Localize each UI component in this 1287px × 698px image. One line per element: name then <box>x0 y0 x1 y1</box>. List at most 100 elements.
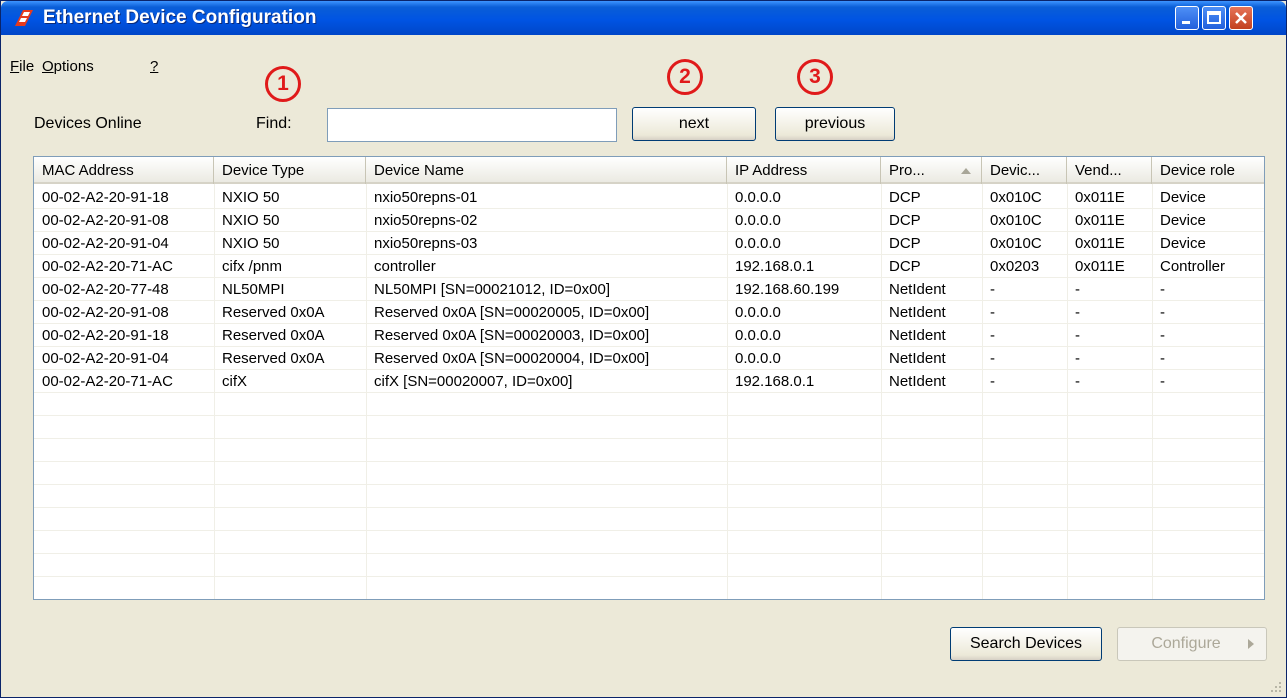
minimize-button[interactable] <box>1175 6 1199 30</box>
table-row[interactable]: 00-02-A2-20-91-04 Reserved 0x0A Reserved 0… <box>34 347 1264 370</box>
row-divider <box>34 484 1264 485</box>
callout-3: 3 <box>797 59 833 95</box>
next-button[interactable]: next <box>632 107 756 141</box>
table-row[interactable]: 00-02-A2-20-91-08 Reserved 0x0A Reserved 0… <box>34 301 1264 324</box>
table-cell: NXIO 50 <box>222 189 280 206</box>
table-cell: cifx /pnm <box>222 258 283 275</box>
table-cell: Reserved 0x0A <box>222 304 325 321</box>
table-row[interactable]: 00-02-A2-20-71-AC cifX cifX [SN=00020007, … <box>34 370 1264 393</box>
table-cell: - <box>990 350 995 367</box>
table-cell: 00-02-A2-20-91-08 <box>42 212 169 229</box>
row-divider <box>34 553 1264 554</box>
table-cell: 0.0.0.0 <box>735 350 781 367</box>
row-divider <box>34 599 1264 600</box>
table-cell: 0x011E <box>1075 258 1125 275</box>
table-cell: - <box>1075 350 1080 367</box>
table-cell: 192.168.60.199 <box>735 281 840 298</box>
callout-1: 1 <box>265 66 301 102</box>
table-cell: 00-02-A2-20-91-04 <box>42 350 169 367</box>
search-devices-button[interactable]: Search Devices <box>950 627 1102 661</box>
table-cell: - <box>1075 373 1080 390</box>
row-divider <box>34 415 1264 416</box>
sort-ascending-icon <box>961 168 971 174</box>
find-input[interactable] <box>327 108 617 142</box>
menu-file[interactable]: File <box>10 58 34 75</box>
table-cell: NXIO 50 <box>222 212 280 229</box>
table-row[interactable]: 00-02-A2-20-91-04 NXIO 50 nxio50repns-03 0.… <box>34 232 1264 255</box>
table-cell: 192.168.0.1 <box>735 373 815 390</box>
configure-button[interactable]: Configure <box>1117 627 1267 661</box>
table-cell: - <box>1160 327 1165 344</box>
table-cell: - <box>1075 304 1080 321</box>
table-cell: cifX [SN=00020007, ID=0x00] <box>374 373 573 390</box>
window-title: Ethernet Device Configuration <box>43 7 317 28</box>
menu-help[interactable]: ? <box>150 58 158 75</box>
find-label: Find: <box>256 115 292 132</box>
column-header[interactable]: Devic... <box>982 157 1067 184</box>
table-cell: Device <box>1160 212 1206 229</box>
main-window: Ethernet Device Configuration File Optio… <box>0 0 1287 698</box>
table-cell: 0x010C <box>990 189 1042 206</box>
table-header: MAC Address Device Type Device Name IP Addr… <box>34 157 1264 184</box>
title-bar[interactable]: Ethernet Device Configuration <box>1 1 1286 35</box>
chevron-right-icon <box>1248 639 1254 649</box>
row-divider <box>34 507 1264 508</box>
table-cell: Controller <box>1160 258 1226 275</box>
table-cell: - <box>1160 304 1165 321</box>
devices-table[interactable]: MAC Address Device Type Device Name IP Addr… <box>33 156 1265 600</box>
row-divider <box>34 530 1264 531</box>
table-cell: - <box>990 327 995 344</box>
column-header[interactable]: Pro... <box>881 157 982 184</box>
column-header[interactable]: Device role <box>1152 157 1264 184</box>
resize-grip-icon[interactable] <box>1270 681 1282 693</box>
table-cell: 00-02-A2-20-91-18 <box>42 189 169 206</box>
table-cell: 0x010C <box>990 212 1042 229</box>
table-cell: 0x011E <box>1075 189 1125 206</box>
table-cell: 00-02-A2-20-71-AC <box>42 373 173 390</box>
table-cell: - <box>1160 350 1165 367</box>
configure-label: Configure <box>1151 635 1221 652</box>
table-cell: 00-02-A2-20-91-18 <box>42 327 169 344</box>
table-cell: 0.0.0.0 <box>735 212 781 229</box>
table-cell: Device <box>1160 235 1206 252</box>
table-cell: DCP <box>889 212 921 229</box>
table-cell: NetIdent <box>889 373 946 390</box>
row-divider <box>34 461 1264 462</box>
table-cell: - <box>990 281 995 298</box>
column-header[interactable]: Device Name <box>366 157 727 184</box>
table-cell: Device <box>1160 189 1206 206</box>
close-button[interactable] <box>1229 6 1253 30</box>
table-cell: Reserved 0x0A [SN=00020003, ID=0x00] <box>374 327 650 344</box>
minimize-icon <box>1182 21 1190 24</box>
table-cell: 192.168.0.1 <box>735 258 815 275</box>
table-cell: 0x011E <box>1075 235 1125 252</box>
table-row[interactable]: 00-02-A2-20-91-08 NXIO 50 nxio50repns-02 0.… <box>34 209 1264 232</box>
column-header[interactable]: MAC Address <box>34 157 214 184</box>
table-cell: nxio50repns-03 <box>374 235 478 252</box>
menu-options[interactable]: Options <box>42 58 94 75</box>
maximize-button[interactable] <box>1202 6 1226 30</box>
row-divider <box>34 438 1264 439</box>
table-cell: 0x011E <box>1075 212 1125 229</box>
column-header[interactable]: IP Address <box>727 157 881 184</box>
table-cell: NL50MPI [SN=00021012, ID=0x00] <box>374 281 610 298</box>
column-header[interactable]: Vend... <box>1067 157 1152 184</box>
table-cell: 0.0.0.0 <box>735 327 781 344</box>
previous-button[interactable]: previous <box>775 107 895 141</box>
table-row[interactable]: 00-02-A2-20-91-18 NXIO 50 nxio50repns-01 0.… <box>34 186 1264 209</box>
table-cell: - <box>1160 373 1165 390</box>
app-logo-icon <box>15 10 33 26</box>
table-cell: NL50MPI <box>222 281 285 298</box>
table-cell: NXIO 50 <box>222 235 280 252</box>
table-row[interactable]: 00-02-A2-20-71-AC cifx /pnm controller 192.… <box>34 255 1264 278</box>
column-header[interactable]: Device Type <box>214 157 366 184</box>
table-cell: nxio50repns-01 <box>374 189 478 206</box>
table-row[interactable]: 00-02-A2-20-91-18 Reserved 0x0A Reserved 0… <box>34 324 1264 347</box>
table-cell: controller <box>374 258 436 275</box>
table-cell: DCP <box>889 189 921 206</box>
table-row[interactable]: 00-02-A2-20-77-48 NL50MPI NL50MPI [SN=0002… <box>34 278 1264 301</box>
table-cell: DCP <box>889 258 921 275</box>
table-cell: - <box>990 304 995 321</box>
table-cell: - <box>1075 281 1080 298</box>
table-cell: - <box>1160 281 1165 298</box>
